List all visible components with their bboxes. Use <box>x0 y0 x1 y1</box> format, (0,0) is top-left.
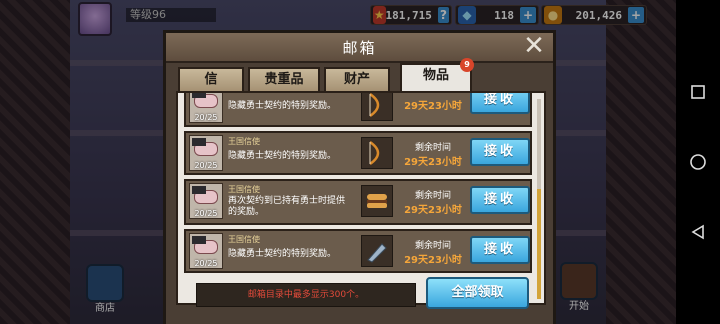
mail-text: 隐藏勇士契约的特别奖励。 <box>228 249 337 259</box>
mail-list-panel: 20/25 隐藏勇士契约的特别奖励。 29天23小时 接收 20/25 王国信使… <box>176 91 546 305</box>
dialog-title: 邮箱 <box>166 33 553 63</box>
attachment-count: 20/25 <box>194 209 218 218</box>
attachment-count: 20/25 <box>194 259 218 268</box>
sender-portrait: 20/25 <box>189 233 223 269</box>
remaining-time-label: 剩余时间 <box>414 143 451 153</box>
sender-portrait: 20/25 <box>189 183 223 219</box>
mail-row: 20/25 隐藏勇士契约的特别奖励。 29天23小时 接收 <box>184 93 532 127</box>
mail-text: 再次契约到已持有勇士时提供的奖励。 <box>228 196 346 217</box>
drill-item-icon <box>361 235 393 267</box>
tab-label: 贵重品 <box>264 72 304 87</box>
tab-valuables[interactable]: 贵重品 <box>248 67 320 91</box>
mailbox-limit-note: 邮箱目录中最多显示300个。 <box>196 283 416 307</box>
mail-row: 20/25 王国信使 隐藏勇士契约的特别奖励。 剩余时间 29天23小时 接收 <box>184 229 532 273</box>
tab-label: 信 <box>204 72 218 87</box>
remaining-time: 29天23小时 <box>404 101 462 112</box>
bow-item-icon <box>361 137 393 169</box>
home-button[interactable] <box>688 152 708 172</box>
unread-badge: 9 <box>460 58 474 72</box>
system-nav-bar <box>676 0 720 324</box>
mail-text: 隐藏勇士契约的特别奖励。 <box>228 151 337 161</box>
sender-portrait: 20/25 <box>189 135 223 171</box>
sender-name: 王国信使 <box>228 137 260 146</box>
sender-name: 王国信使 <box>228 235 260 244</box>
back-button[interactable] <box>688 222 708 242</box>
recent-apps-button[interactable] <box>688 82 708 102</box>
sender-name: 王国信使 <box>228 185 260 194</box>
claim-all-button[interactable]: 全部领取 <box>426 277 529 309</box>
burger-item-icon <box>361 185 393 217</box>
claim-button[interactable]: 接收 <box>470 138 530 166</box>
close-icon[interactable]: ✕ <box>521 33 547 60</box>
mail-list[interactable]: 20/25 隐藏勇士契约的特别奖励。 29天23小时 接收 20/25 王国信使… <box>184 93 532 303</box>
mail-text: 隐藏勇士契约的特别奖励。 <box>228 101 337 111</box>
tab-letters[interactable]: 信 <box>178 67 244 91</box>
attachment-count: 20/25 <box>194 113 218 122</box>
remaining-time: 29天23小时 <box>404 205 462 216</box>
remaining-time-label: 剩余时间 <box>414 241 451 251</box>
remaining-time: 29天23小时 <box>404 255 462 266</box>
tab-label: 物品 <box>422 68 449 83</box>
mail-row: 20/25 王国信使 再次契约到已持有勇士时提供的奖励。 剩余时间 29天23小… <box>184 179 532 225</box>
claim-button[interactable]: 接收 <box>470 236 530 264</box>
bow-item-icon <box>361 93 393 121</box>
mail-tabs: 信 贵重品 财产 物品 9 <box>176 58 546 91</box>
mailbox-dialog: 邮箱 ✕ 信 贵重品 财产 物品 9 20/25 隐藏勇士契约的特别奖励。 29… <box>163 30 556 324</box>
scrollbar-thumb[interactable] <box>537 189 541 299</box>
tab-assets[interactable]: 财产 <box>324 67 390 91</box>
mail-row: 20/25 王国信使 隐藏勇士契约的特别奖励。 剩余时间 29天23小时 接收 <box>184 131 532 175</box>
remaining-time-label: 剩余时间 <box>414 191 451 201</box>
mail-list-scrollbar[interactable] <box>537 99 541 299</box>
tab-items[interactable]: 物品 9 <box>400 58 474 91</box>
sender-portrait: 20/25 <box>189 93 223 123</box>
remaining-time: 29天23小时 <box>404 157 462 168</box>
tab-label: 财产 <box>343 72 370 87</box>
attachment-count: 20/25 <box>194 161 218 170</box>
claim-button[interactable]: 接收 <box>470 186 530 214</box>
claim-button[interactable]: 接收 <box>470 93 530 114</box>
